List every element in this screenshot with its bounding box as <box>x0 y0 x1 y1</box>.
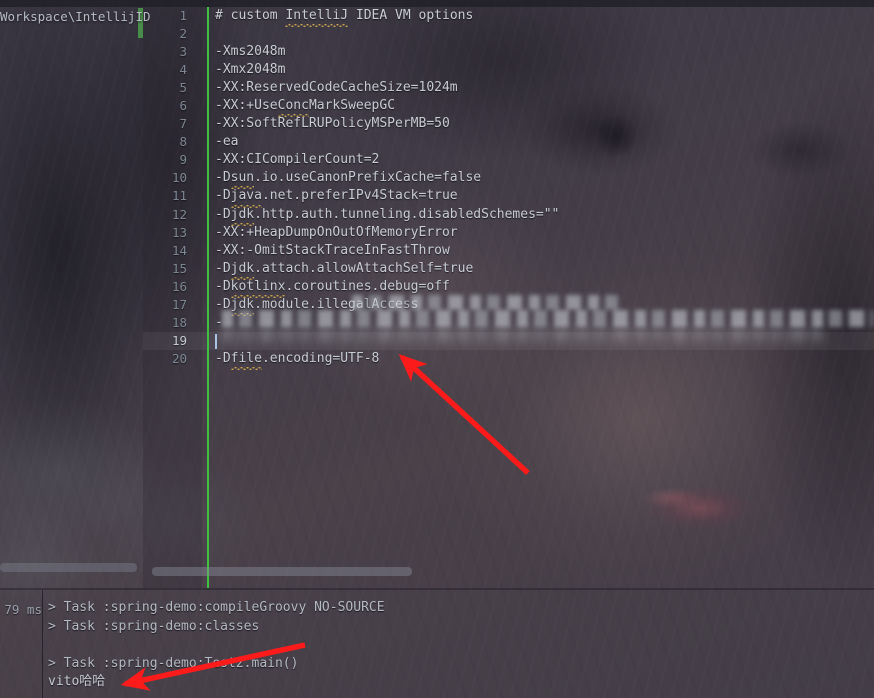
editor-line[interactable]: 16 -Dkotlinx.coroutines.debug=off <box>143 278 874 298</box>
editor-line[interactable]: 13 -XX:+HeapDumpOnOutOfMemoryError <box>143 224 874 242</box>
line-number: 6 <box>179 98 187 114</box>
redacted-region-line-17 <box>352 295 620 310</box>
editor-line[interactable]: 11 -Djava.net.preferIPv4Stack=true <box>143 187 874 208</box>
console-output[interactable]: > Task :spring-demo:compileGroovy NO-SOU… <box>48 599 868 692</box>
line-number: 7 <box>179 116 187 132</box>
spellcheck-underline: jdk <box>230 260 255 280</box>
editor-line[interactable]: 20 -Dfile.encoding=UTF-8 <box>143 350 874 370</box>
line-number: 14 <box>171 242 187 258</box>
run-task-tree[interactable]: 79 ms <box>0 590 42 698</box>
line-text: -XX:ReservedCodeCacheSize=1024m <box>215 80 458 96</box>
spellcheck-underline: java <box>230 187 263 208</box>
line-number: 2 <box>179 26 187 42</box>
spellcheck-underline: Conc <box>277 97 310 118</box>
line-number: 13 <box>171 224 187 240</box>
project-pane-horizontal-scrollbar[interactable] <box>0 563 137 572</box>
editor-line[interactable]: 5 -XX:ReservedCodeCacheSize=1024m <box>143 79 874 97</box>
editor-line[interactable]: 10 -Dsun.io.useCanonPrefixCache=false <box>143 169 874 190</box>
line-text: -XX:+HeapDumpOnOutOfMemoryError <box>215 224 458 240</box>
console-task-line: > Task :spring-demo:Test2.main() <box>48 655 299 671</box>
editor-line[interactable]: 12 -Djdk.http.auth.tunneling.disabledSche… <box>143 206 874 226</box>
console-output-line: vito哈哈 <box>48 674 106 689</box>
line-number: 12 <box>171 206 187 222</box>
line-text: -Xms2048m <box>215 44 286 60</box>
editor-console-splitter[interactable] <box>0 588 874 590</box>
spellcheck-underline: file <box>230 350 263 370</box>
editor-line[interactable]: 2 <box>143 25 874 43</box>
editor-line[interactable]: 8 -ea <box>143 133 874 151</box>
editor-line[interactable]: 3 -Xms2048m <box>143 43 874 61</box>
line-text: -XX:SoftRefLRUPolicyMSPerMB=50 <box>215 116 450 132</box>
console-task-line: > Task :spring-demo:classes <box>48 618 260 634</box>
line-number: 18 <box>171 314 187 330</box>
line-text: -ea <box>215 134 239 150</box>
console-task-line: > Task :spring-demo:compileGroovy NO-SOU… <box>48 600 385 615</box>
line-text: -Dsun.io.useCanonPrefixCache=false <box>215 169 481 190</box>
editor-line[interactable]: 4 -Xmx2048m <box>143 61 874 79</box>
editor-line[interactable]: 15 -Djdk.attach.allowAttachSelf=true <box>143 260 874 280</box>
line-text: -Xmx2048m <box>215 62 286 78</box>
editor-line[interactable]: 7 -XX:SoftRefLRUPolicyMSPerMB=50 <box>143 115 874 133</box>
breadcrumb: Workspace\IntellijIDEA <box>0 9 150 24</box>
spellcheck-underline: sun <box>230 169 255 190</box>
vcs-change-marker <box>207 7 209 588</box>
editor-line[interactable]: 9 -XX:CICompilerCount=2 <box>143 151 874 169</box>
run-duration-label: 79 ms <box>4 602 42 617</box>
redacted-region-line-19 <box>222 327 822 341</box>
line-number: 17 <box>171 296 187 312</box>
spellcheck-underline: IntelliJ <box>285 7 348 28</box>
line-number: 11 <box>171 188 187 204</box>
redacted-region-line-18 <box>222 310 873 327</box>
spellcheck-underline: jdk <box>230 206 255 226</box>
run-console-panel[interactable]: 79 ms > Task :spring-demo:compileGroovy … <box>0 590 874 698</box>
line-number: 16 <box>171 278 187 294</box>
line-number: 15 <box>171 260 187 276</box>
line-number: 9 <box>179 152 187 168</box>
editor-line[interactable]: 14 -XX:-OmitStackTraceInFastThrow <box>143 242 874 260</box>
line-text: # custom IntelliJ IDEA VM options <box>215 7 473 28</box>
editor-line[interactable]: 1 # custom IntelliJ IDEA VM options <box>143 7 874 28</box>
ide-window: Workspace\IntellijIDEA 1 # custom Intelli… <box>0 0 874 698</box>
editor-horizontal-scrollbar[interactable] <box>152 567 412 576</box>
line-text: -XX:CICompilerCount=2 <box>215 152 380 168</box>
line-number: 8 <box>179 134 187 150</box>
line-text: -XX:+UseConcMarkSweepGC <box>215 97 395 118</box>
editor-line[interactable]: 6 -XX:+UseConcMarkSweepGC <box>143 97 874 118</box>
line-text: -Djdk.http.auth.tunneling.disabledScheme… <box>215 206 559 226</box>
line-number: 3 <box>179 44 187 60</box>
window-top-chrome <box>0 0 874 7</box>
line-number: 4 <box>179 62 187 78</box>
spellcheck-underline: kotlinx <box>230 278 285 298</box>
line-number: 5 <box>179 80 187 96</box>
line-text: -Djava.net.preferIPv4Stack=true <box>215 187 458 208</box>
project-tool-window[interactable] <box>0 7 143 588</box>
text-caret <box>215 333 217 349</box>
console-panel-divider <box>42 590 43 698</box>
line-text: -Djdk.attach.allowAttachSelf=true <box>215 260 473 280</box>
line-number: 20 <box>171 350 187 366</box>
line-text: -Dfile.encoding=UTF-8 <box>215 350 379 370</box>
line-number: 10 <box>171 170 187 186</box>
line-text: -Dkotlinx.coroutines.debug=off <box>215 278 450 298</box>
line-text: -XX:-OmitStackTraceInFastThrow <box>215 242 450 258</box>
console-task-line <box>48 636 868 655</box>
line-number: 19 <box>171 332 187 348</box>
